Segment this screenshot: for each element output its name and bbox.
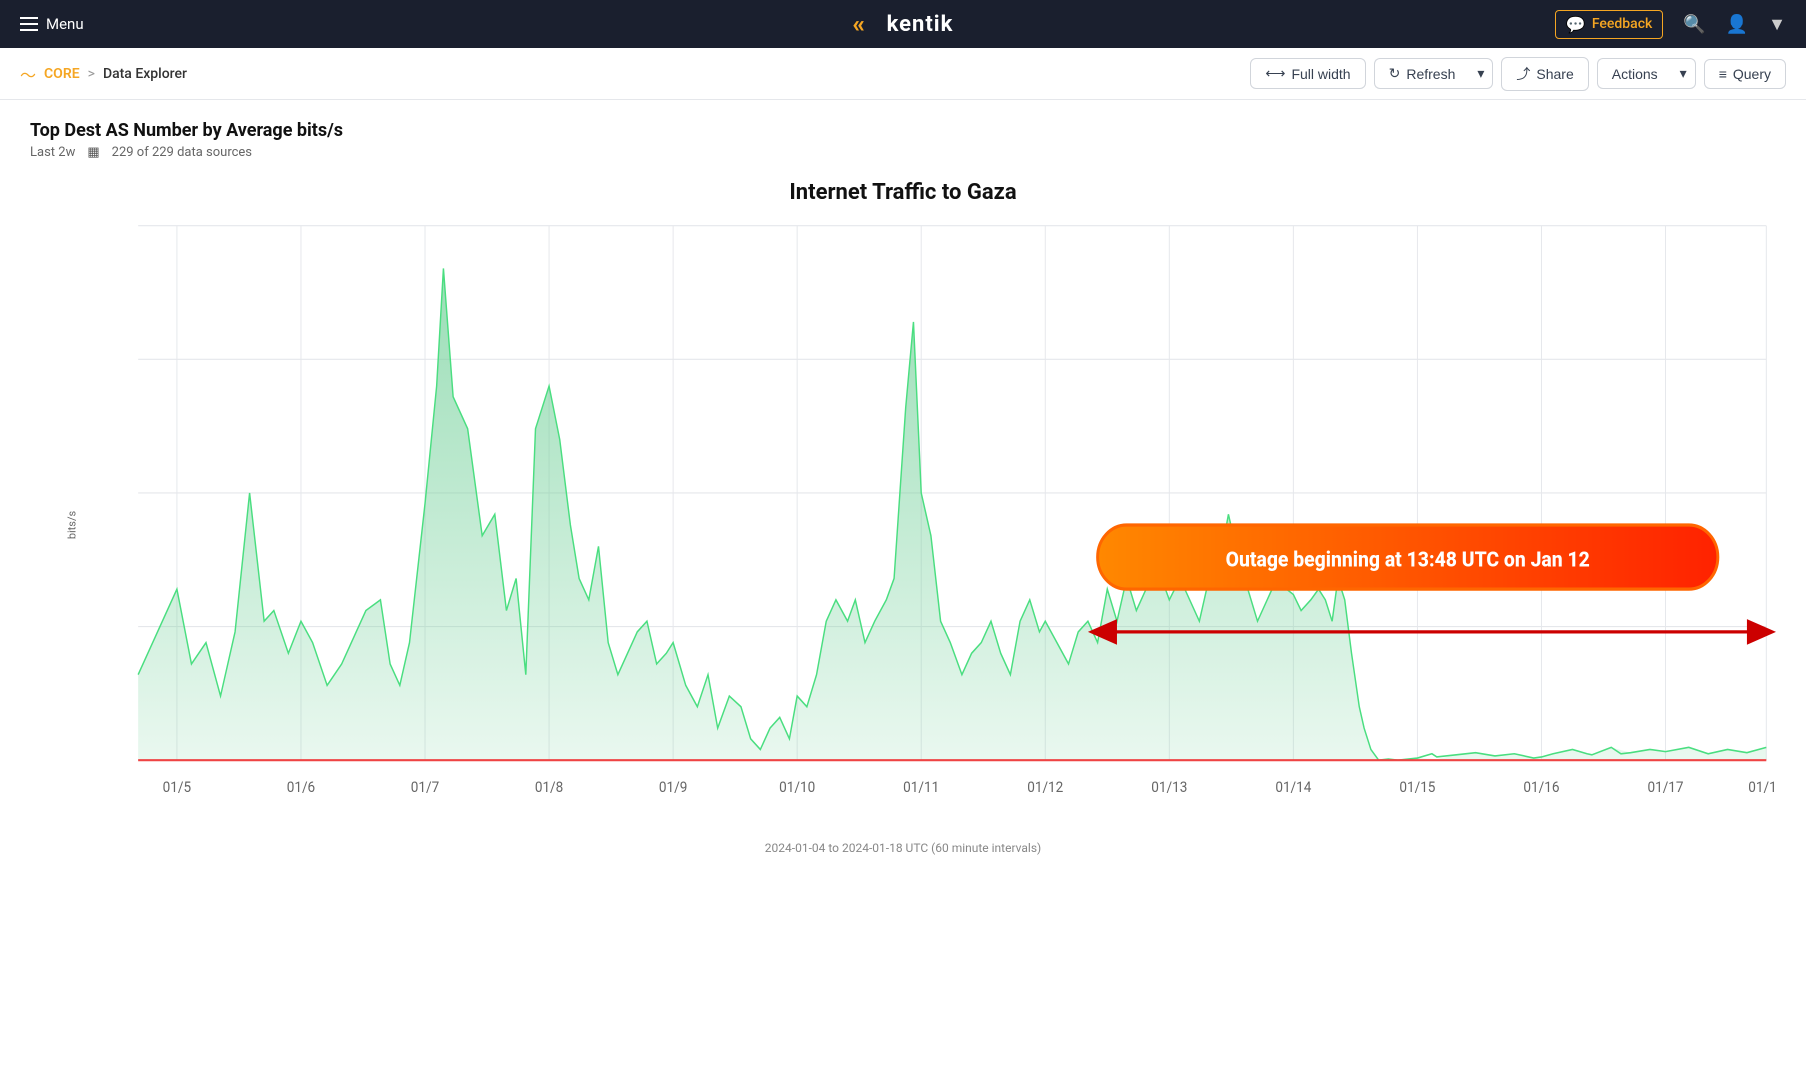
chart-main-title: Internet Traffic to Gaza (30, 180, 1776, 205)
hamburger-icon (20, 17, 38, 31)
svg-text:01/15: 01/15 (1399, 780, 1435, 797)
refresh-button-group: ↻ Refresh ▾ (1374, 58, 1494, 89)
svg-text:01/5: 01/5 (163, 780, 191, 797)
chevron-down-icon-actions: ▾ (1680, 65, 1687, 82)
svg-text:01/14: 01/14 (1275, 780, 1311, 797)
datasources-count: 229 of 229 data sources (112, 145, 252, 160)
share-label: Share (1536, 66, 1573, 82)
svg-text:01/8: 01/8 (535, 780, 563, 797)
svg-text:01/11: 01/11 (903, 780, 939, 797)
y-axis-label: bits/s (66, 511, 79, 539)
query-icon: ≡ (1719, 66, 1727, 82)
svg-text:01/12: 01/12 (1027, 780, 1063, 797)
svg-text:«: « (853, 10, 865, 38)
message-icon: 💬 (1566, 15, 1586, 34)
kentik-logo[interactable]: « kentik (853, 10, 954, 38)
svg-text:01/10: 01/10 (779, 780, 815, 797)
user-icon[interactable]: 👤 (1726, 14, 1748, 35)
svg-text:01/18: 01/18 (1748, 780, 1776, 797)
svg-text:Outage beginning at 13:48 UTC: Outage beginning at 13:48 UTC on Jan 12 (1226, 547, 1590, 572)
actions-button-group: Actions ▾ (1597, 58, 1696, 89)
svg-text:01/7: 01/7 (411, 780, 439, 797)
datasource-icon: ▦ (87, 145, 99, 160)
breadcrumb-core[interactable]: CORE (44, 66, 80, 82)
full-width-button[interactable]: ⟷ Full width (1250, 58, 1365, 89)
top-nav-right: 💬 Feedback 🔍 👤 ▼ (1555, 10, 1786, 39)
pulse-icon: 〜 (20, 62, 36, 86)
actions-dropdown-button[interactable]: ▾ (1672, 58, 1696, 89)
subnav-actions: ⟷ Full width ↻ Refresh ▾ ⤴ Share Actions… (1250, 57, 1786, 91)
actions-button[interactable]: Actions (1597, 58, 1672, 89)
logo-area: « kentik (853, 10, 954, 38)
chevron-down-icon: ▾ (1477, 65, 1484, 82)
query-label: Query (1733, 66, 1771, 82)
svg-text:01/16: 01/16 (1523, 780, 1559, 797)
refresh-label: Refresh (1406, 66, 1455, 82)
search-icon[interactable]: 🔍 (1683, 14, 1705, 35)
refresh-dropdown-button[interactable]: ▾ (1469, 58, 1493, 89)
svg-text:01/17: 01/17 (1647, 780, 1683, 797)
refresh-button[interactable]: ↻ Refresh (1374, 58, 1470, 89)
svg-text:01/9: 01/9 (659, 780, 687, 797)
query-button[interactable]: ≡ Query (1704, 59, 1786, 89)
svg-text:01/6: 01/6 (287, 780, 315, 797)
kentik-logo-icon: « (853, 10, 881, 38)
top-navigation: Menu « kentik 💬 Feedback 🔍 👤 ▼ (0, 0, 1806, 48)
menu-button[interactable]: Menu (20, 15, 84, 33)
chart-meta: Last 2w ▦ 229 of 229 data sources (30, 145, 1776, 160)
page-content: Top Dest AS Number by Average bits/s Las… (0, 100, 1806, 875)
breadcrumb: 〜 CORE > Data Explorer (20, 62, 187, 86)
menu-label: Menu (46, 15, 84, 33)
sub-navigation: 〜 CORE > Data Explorer ⟷ Full width ↻ Re… (0, 48, 1806, 100)
breadcrumb-current-page: Data Explorer (103, 66, 187, 82)
svg-text:01/13: 01/13 (1151, 780, 1187, 797)
kentik-wordmark: kentik (887, 12, 954, 37)
full-width-label: Full width (1291, 66, 1350, 82)
full-width-icon: ⟷ (1265, 65, 1285, 82)
breadcrumb-separator: > (88, 66, 95, 82)
share-icon: ⤴ (1516, 64, 1530, 84)
feedback-label: Feedback (1592, 16, 1652, 32)
actions-label: Actions (1612, 66, 1658, 82)
chart-wrapper: Internet Traffic to Gaza bits/s (30, 180, 1776, 855)
chart-title: Top Dest AS Number by Average bits/s (30, 120, 1776, 141)
dropdown-icon[interactable]: ▼ (1768, 14, 1786, 35)
share-button[interactable]: ⤴ Share (1501, 57, 1588, 91)
chart-footer: 2024-01-04 to 2024-01-18 UTC (60 minute … (30, 841, 1776, 855)
feedback-button[interactable]: 💬 Feedback (1555, 10, 1663, 39)
refresh-icon: ↻ (1389, 65, 1401, 82)
chart-container: bits/s (30, 215, 1776, 835)
time-range: Last 2w (30, 145, 75, 160)
chart-svg: 01/5 01/6 01/7 01/8 01/9 01/10 01/11 01/… (80, 215, 1776, 835)
